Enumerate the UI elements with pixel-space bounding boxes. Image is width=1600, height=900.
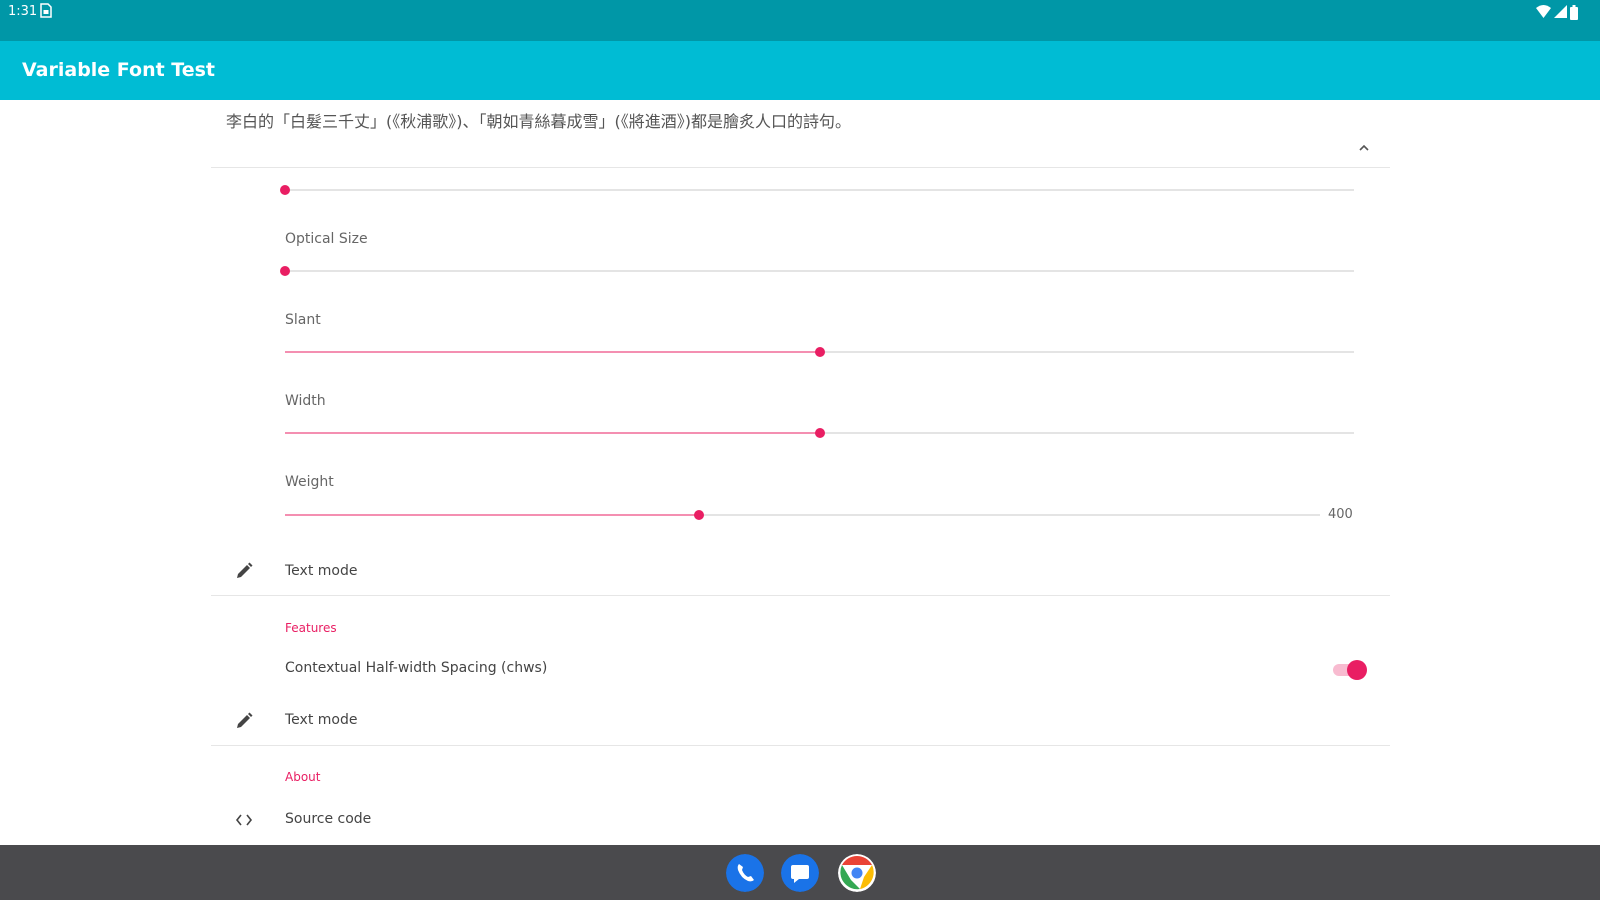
slider-fill [285, 432, 820, 434]
slider-fill [285, 514, 699, 516]
slider-thumb[interactable] [280, 185, 290, 195]
slider-optical-size[interactable] [280, 265, 1354, 277]
slider-label-slant: Slant [285, 312, 321, 328]
divider [211, 595, 1390, 596]
status-time: 1:31 [8, 4, 38, 19]
wifi-icon [1536, 5, 1551, 18]
screen: 1:31 Variable Font Test 李白的「白髮三千丈」(《秋浦歌》… [0, 0, 1600, 900]
signal-icon [1554, 5, 1567, 18]
status-icons [1536, 4, 1578, 20]
slider-weight[interactable] [285, 509, 1320, 521]
phone-icon[interactable] [726, 854, 764, 892]
text-mode-item[interactable]: Text mode [285, 712, 357, 728]
text-mode-item[interactable]: Text mode [285, 563, 357, 579]
slider-fill [285, 351, 820, 353]
slider-track [285, 189, 1354, 191]
slider-unlabeled[interactable] [280, 184, 1354, 196]
slider-thumb[interactable] [814, 347, 825, 357]
slider-slant[interactable] [285, 346, 1354, 358]
chevron-up-icon[interactable] [1357, 141, 1371, 155]
chws-toggle[interactable] [1333, 660, 1367, 680]
divider [211, 745, 1390, 746]
chrome-icon[interactable] [838, 854, 876, 892]
nav-bar [0, 845, 1600, 900]
source-code-link[interactable]: Source code [285, 811, 371, 827]
weight-value: 400 [1328, 507, 1353, 522]
code-icon [235, 814, 253, 826]
divider [211, 167, 1390, 168]
slider-width[interactable] [285, 427, 1354, 439]
slider-label-width: Width [285, 393, 326, 409]
app-title: Variable Font Test [22, 59, 216, 81]
sim-icon [40, 3, 52, 18]
features-category: Features [285, 621, 337, 635]
battery-icon [1570, 4, 1578, 20]
toggle-knob [1347, 660, 1367, 680]
status-bar: 1:31 [0, 0, 1600, 41]
slider-label-weight: Weight [285, 474, 334, 490]
about-category: About [285, 770, 321, 784]
slider-label-optical-size: Optical Size [285, 231, 368, 247]
pencil-icon [237, 712, 253, 728]
chws-feature-label: Contextual Half-width Spacing (chws) [285, 660, 548, 676]
settings-list[interactable]: 李白的「白髮三千丈」(《秋浦歌》)、「朝如青絲暮成雪」(《將進酒》)都是膾炙人口… [0, 100, 1600, 845]
pencil-icon [237, 562, 253, 578]
slider-track [285, 270, 1354, 272]
preview-text: 李白的「白髮三千丈」(《秋浦歌》)、「朝如青絲暮成雪」(《將進酒》)都是膾炙人口… [226, 112, 851, 131]
slider-thumb[interactable] [280, 266, 290, 276]
messages-icon[interactable] [781, 854, 819, 892]
slider-thumb[interactable] [814, 428, 825, 438]
app-bar: Variable Font Test [0, 41, 1600, 100]
slider-thumb[interactable] [694, 510, 704, 520]
